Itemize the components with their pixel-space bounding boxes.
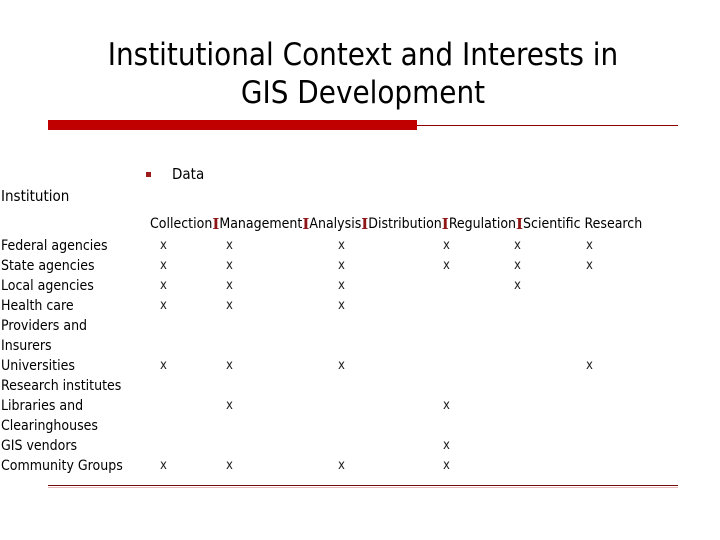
matrix-cell-mark: x bbox=[226, 278, 233, 293]
matrix-column-headers: CollectionIManagementIAnalysisIDistribut… bbox=[0, 214, 720, 234]
matrix-cell-mark: x bbox=[338, 278, 345, 293]
data-axis-label: Data bbox=[172, 165, 205, 183]
matrix-row-label: Clearinghouses bbox=[1, 418, 98, 434]
matrix-cell-mark: x bbox=[443, 258, 450, 273]
footer-divider-line bbox=[48, 485, 678, 486]
table-row: State agencies x x x x x x bbox=[0, 256, 720, 276]
matrix-cell-mark: x bbox=[443, 398, 450, 413]
matrix-cell-mark: x bbox=[514, 258, 521, 273]
table-row: Local agencies x x x x bbox=[0, 276, 720, 296]
table-row: GIS vendors x bbox=[0, 436, 720, 456]
matrix-cell-mark: x bbox=[226, 298, 233, 313]
table-row: Community Groups x x x x bbox=[0, 456, 720, 476]
matrix-column-header: Regulation bbox=[448, 216, 517, 232]
matrix-row-label: Federal agencies bbox=[1, 238, 108, 254]
footer-divider-shadow bbox=[48, 487, 678, 488]
matrix-cell-mark: x bbox=[586, 238, 593, 253]
matrix-cell-mark: x bbox=[586, 258, 593, 273]
matrix-cell-mark: x bbox=[338, 458, 345, 473]
matrix-column-header: Collection bbox=[150, 216, 213, 232]
table-row: Libraries and x x bbox=[0, 396, 720, 416]
matrix-cell-mark: x bbox=[160, 238, 167, 253]
matrix-column-header: Analysis bbox=[309, 216, 362, 232]
matrix-cell-mark: x bbox=[160, 258, 167, 273]
table-row: Research institutes bbox=[0, 376, 720, 396]
matrix-cell-mark: x bbox=[586, 358, 593, 373]
matrix-cell-mark: x bbox=[338, 298, 345, 313]
matrix-cell-mark: x bbox=[338, 358, 345, 373]
column-separator-icon: I bbox=[516, 215, 524, 233]
matrix-column-header: Management bbox=[219, 216, 303, 232]
matrix-column-header: Distribution bbox=[368, 216, 442, 232]
matrix-cell-mark: x bbox=[443, 238, 450, 253]
institution-data-matrix: CollectionIManagementIAnalysisIDistribut… bbox=[0, 214, 720, 476]
matrix-cell-mark: x bbox=[443, 458, 450, 473]
table-row: Federal agencies x x x x x x bbox=[0, 236, 720, 256]
institution-axis-label: Institution bbox=[1, 187, 70, 205]
column-separator-icon: I bbox=[212, 215, 220, 233]
matrix-cell-mark: x bbox=[226, 238, 233, 253]
matrix-row-label: Local agencies bbox=[1, 278, 94, 294]
matrix-cell-mark: x bbox=[338, 258, 345, 273]
square-bullet-icon bbox=[146, 172, 151, 177]
title-divider-bar bbox=[48, 120, 417, 130]
matrix-cell-mark: x bbox=[226, 458, 233, 473]
table-row: Insurers bbox=[0, 336, 720, 356]
matrix-cell-mark: x bbox=[160, 278, 167, 293]
matrix-cell-mark: x bbox=[514, 238, 521, 253]
matrix-cell-mark: x bbox=[226, 358, 233, 373]
column-separator-icon: I bbox=[361, 215, 369, 233]
data-axis-caption: Data bbox=[146, 166, 204, 183]
matrix-row-label: Libraries and bbox=[1, 398, 84, 414]
matrix-row-label: Community Groups bbox=[1, 458, 123, 474]
matrix-cell-mark: x bbox=[160, 298, 167, 313]
table-row: Universities x x x x bbox=[0, 356, 720, 376]
column-separator-icon: I bbox=[441, 215, 449, 233]
matrix-cell-mark: x bbox=[443, 438, 450, 453]
matrix-row-label: Providers and bbox=[1, 318, 88, 334]
matrix-cell-mark: x bbox=[160, 358, 167, 373]
matrix-row-label: State agencies bbox=[1, 258, 95, 274]
matrix-rows: Federal agencies x x x x x x State agencies x x x x… bbox=[0, 236, 720, 476]
matrix-cell-mark: x bbox=[338, 238, 345, 253]
matrix-row-label: GIS vendors bbox=[1, 438, 78, 454]
matrix-cell-mark: x bbox=[226, 258, 233, 273]
table-row: Health care x x x bbox=[0, 296, 720, 316]
page-title: Institutional Context and Interests in G… bbox=[107, 37, 619, 111]
matrix-row-label: Research institutes bbox=[1, 378, 122, 394]
matrix-row-label: Universities bbox=[1, 358, 75, 374]
matrix-column-header: Scientific Research bbox=[523, 216, 643, 232]
matrix-row-label: Health care bbox=[1, 298, 74, 314]
column-separator-icon: I bbox=[302, 215, 310, 233]
matrix-cell-mark: x bbox=[226, 398, 233, 413]
table-row: Clearinghouses bbox=[0, 416, 720, 436]
matrix-row-label: Insurers bbox=[1, 338, 52, 354]
matrix-cell-mark: x bbox=[160, 458, 167, 473]
table-row: Providers and bbox=[0, 316, 720, 336]
matrix-cell-mark: x bbox=[514, 278, 521, 293]
